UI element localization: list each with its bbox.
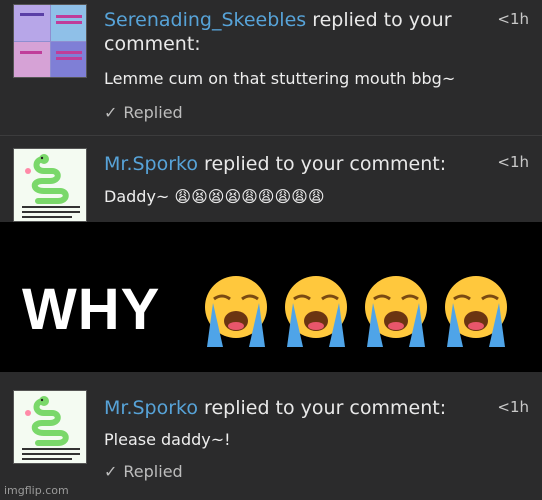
collage-avatar-icon xyxy=(14,5,86,77)
replied-label: Replied xyxy=(123,103,183,122)
replied-label: Replied xyxy=(123,462,183,481)
comment-text: Daddy~ 😩😫😫😫😩😩😩😩😩 xyxy=(104,187,325,206)
banner-text: WHY xyxy=(22,277,161,342)
watermark: imgflip.com xyxy=(4,484,69,497)
check-icon: ✓ xyxy=(104,462,118,481)
action-text: replied to your comment: xyxy=(198,153,447,175)
check-icon: ✓ xyxy=(104,103,118,122)
loudly-crying-face-icon xyxy=(285,276,347,347)
avatar[interactable] xyxy=(13,148,87,222)
loudly-crying-face-icon xyxy=(365,276,427,347)
notification-heading: Serenading_Skeebles replied to your comm… xyxy=(104,8,452,56)
notification-item[interactable]: Serenading_Skeebles replied to your comm… xyxy=(0,0,542,136)
timestamp: <1h xyxy=(497,153,529,171)
action-text: comment: xyxy=(104,33,201,55)
avatar[interactable] xyxy=(13,390,87,464)
notification-heading: Mr.Sporko replied to your comment: xyxy=(104,152,446,176)
comment-text: Lemme cum on that stuttering mouth bbg~ xyxy=(104,69,456,88)
timestamp: <1h xyxy=(497,10,529,28)
loudly-crying-face-icon xyxy=(445,276,507,347)
action-text: replied to your comment: xyxy=(198,397,447,419)
comment-text: Please daddy~! xyxy=(104,430,231,449)
notification-heading: Mr.Sporko replied to your comment: xyxy=(104,396,446,420)
replied-status[interactable]: ✓ Replied xyxy=(104,462,183,481)
username-link[interactable]: Mr.Sporko xyxy=(104,397,198,419)
action-text: replied to your xyxy=(306,9,452,31)
username-link[interactable]: Serenading_Skeebles xyxy=(104,9,306,31)
timestamp: <1h xyxy=(497,398,529,416)
replied-status[interactable]: ✓ Replied xyxy=(104,103,183,122)
avatar[interactable] xyxy=(13,4,87,78)
username-link[interactable]: Mr.Sporko xyxy=(104,153,198,175)
loudly-crying-face-icon xyxy=(205,276,267,347)
snake-avatar-icon xyxy=(14,149,86,221)
snake-avatar-icon xyxy=(14,391,86,463)
notification-item[interactable]: Mr.Sporko replied to your comment: <1h P… xyxy=(0,372,542,500)
